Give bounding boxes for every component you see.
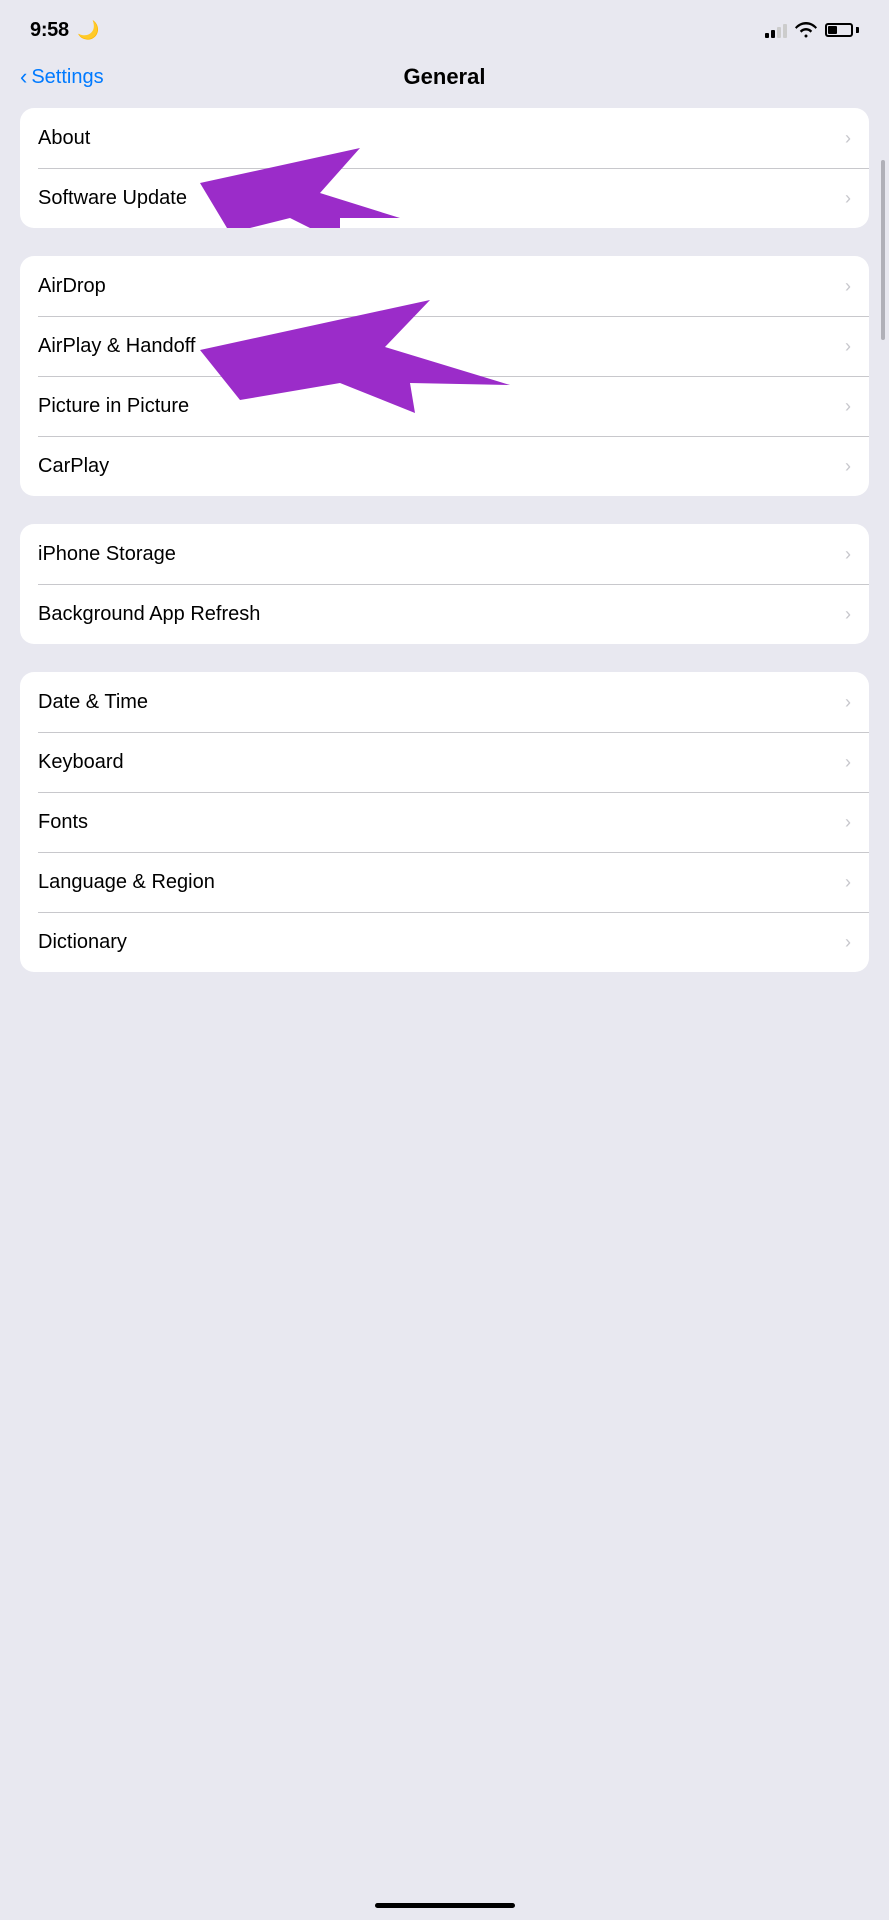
settings-row-dictionary[interactable]: Dictionary ›: [20, 912, 869, 972]
settings-group-3: iPhone Storage › Background App Refresh …: [20, 524, 869, 644]
dictionary-right: ›: [845, 932, 851, 953]
status-time-area: 9:58 🌙: [30, 19, 100, 42]
carplay-chevron-icon: ›: [845, 456, 851, 477]
date-time-right: ›: [845, 692, 851, 713]
moon-icon: 🌙: [77, 20, 99, 40]
software-update-label: Software Update: [38, 187, 187, 210]
picture-in-picture-chevron-icon: ›: [845, 396, 851, 417]
status-time: 9:58: [30, 19, 69, 41]
carplay-label: CarPlay: [38, 455, 109, 478]
settings-row-software-update[interactable]: Software Update ›: [20, 168, 869, 228]
settings-group-2: AirDrop › AirPlay & Handoff › Picture in…: [20, 256, 869, 496]
iphone-storage-right: ›: [845, 544, 851, 565]
settings-row-date-time[interactable]: Date & Time ›: [20, 672, 869, 732]
language-region-chevron-icon: ›: [845, 872, 851, 893]
airplay-handoff-chevron-icon: ›: [845, 336, 851, 357]
iphone-storage-label: iPhone Storage: [38, 543, 176, 566]
keyboard-chevron-icon: ›: [845, 752, 851, 773]
picture-in-picture-right: ›: [845, 396, 851, 417]
settings-row-carplay[interactable]: CarPlay ›: [20, 436, 869, 496]
settings-row-about[interactable]: About ›: [20, 108, 869, 168]
dictionary-label: Dictionary: [38, 931, 127, 954]
battery-icon: [825, 23, 859, 37]
airdrop-label: AirDrop: [38, 275, 106, 298]
airplay-handoff-label: AirPlay & Handoff: [38, 335, 196, 358]
status-bar: 9:58 🌙: [0, 0, 889, 54]
language-region-right: ›: [845, 872, 851, 893]
settings-row-fonts[interactable]: Fonts ›: [20, 792, 869, 852]
fonts-label: Fonts: [38, 811, 88, 834]
nav-header: ‹ Settings General: [0, 54, 889, 108]
fonts-chevron-icon: ›: [845, 812, 851, 833]
language-region-label: Language & Region: [38, 871, 215, 894]
iphone-storage-chevron-icon: ›: [845, 544, 851, 565]
keyboard-label: Keyboard: [38, 751, 124, 774]
dictionary-chevron-icon: ›: [845, 932, 851, 953]
fonts-right: ›: [845, 812, 851, 833]
settings-row-keyboard[interactable]: Keyboard ›: [20, 732, 869, 792]
settings-content: About › Software Update › AirDrop ›: [0, 108, 889, 972]
date-time-chevron-icon: ›: [845, 692, 851, 713]
airdrop-right: ›: [845, 276, 851, 297]
settings-group-1: About › Software Update ›: [20, 108, 869, 228]
about-chevron-icon: ›: [845, 128, 851, 149]
software-update-chevron-icon: ›: [845, 188, 851, 209]
software-update-right: ›: [845, 188, 851, 209]
background-app-refresh-chevron-icon: ›: [845, 604, 851, 625]
settings-row-picture-in-picture[interactable]: Picture in Picture ›: [20, 376, 869, 436]
background-app-refresh-right: ›: [845, 604, 851, 625]
settings-group-4: Date & Time › Keyboard › Fonts › Languag…: [20, 672, 869, 972]
keyboard-right: ›: [845, 752, 851, 773]
status-icons: [765, 22, 859, 38]
home-indicator-area: [0, 1903, 889, 1908]
page-title: General: [404, 64, 486, 90]
settings-row-background-app-refresh[interactable]: Background App Refresh ›: [20, 584, 869, 644]
picture-in-picture-label: Picture in Picture: [38, 395, 189, 418]
back-chevron-icon: ‹: [20, 66, 27, 88]
about-label: About: [38, 127, 90, 150]
settings-row-iphone-storage[interactable]: iPhone Storage ›: [20, 524, 869, 584]
date-time-label: Date & Time: [38, 691, 148, 714]
home-indicator: [375, 1903, 515, 1908]
settings-row-airplay-handoff[interactable]: AirPlay & Handoff ›: [20, 316, 869, 376]
about-right: ›: [845, 128, 851, 149]
background-app-refresh-label: Background App Refresh: [38, 603, 260, 626]
wifi-icon: [795, 22, 817, 38]
airplay-handoff-right: ›: [845, 336, 851, 357]
back-label: Settings: [31, 66, 103, 89]
scrollbar[interactable]: [881, 160, 885, 340]
signal-icon: [765, 22, 787, 38]
settings-row-airdrop[interactable]: AirDrop ›: [20, 256, 869, 316]
carplay-right: ›: [845, 456, 851, 477]
settings-row-language-region[interactable]: Language & Region ›: [20, 852, 869, 912]
back-button[interactable]: ‹ Settings: [20, 66, 104, 89]
airdrop-chevron-icon: ›: [845, 276, 851, 297]
